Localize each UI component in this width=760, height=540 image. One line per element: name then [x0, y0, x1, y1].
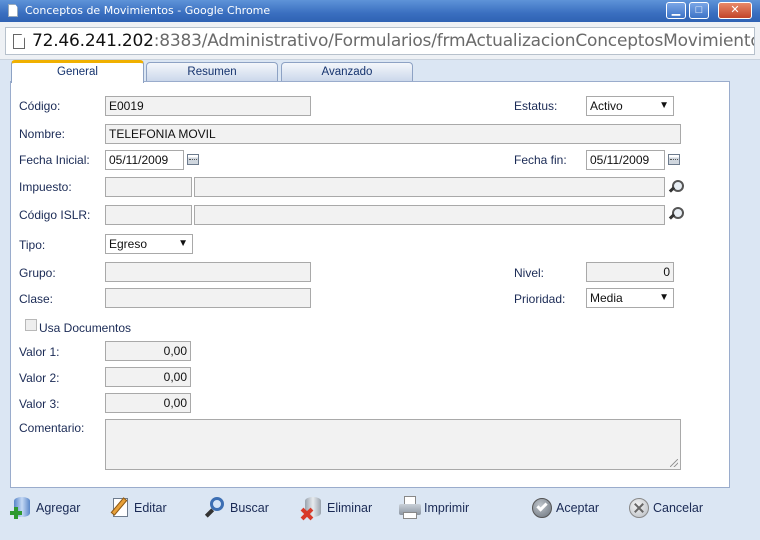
valor1-label: Valor 1: [19, 345, 60, 359]
comentario-label: Comentario: [19, 421, 85, 435]
nombre-input[interactable]: TELEFONIA MOVIL [105, 124, 681, 144]
prioridad-select[interactable]: Media ▼ [586, 288, 674, 308]
tipo-select[interactable]: Egreso ▼ [105, 234, 193, 254]
document-icon [13, 34, 25, 49]
database-delete-icon [300, 495, 326, 521]
url-field[interactable]: 72.46.241.202:8383/Administrativo/Formul… [5, 27, 755, 55]
usa-documentos-checkbox[interactable] [25, 319, 37, 331]
valor2-input[interactable]: 0,00 [105, 367, 191, 387]
tipo-label: Tipo: [19, 238, 46, 252]
close-button[interactable]: ✕ [718, 2, 752, 19]
search-icon[interactable] [668, 207, 684, 221]
impuesto-label: Impuesto: [19, 180, 72, 194]
codigo-islr-name-input[interactable] [194, 205, 665, 225]
imprimir-button[interactable]: Imprimir [397, 494, 469, 522]
nombre-label: Nombre: [19, 127, 66, 141]
search-icon[interactable] [668, 180, 684, 194]
estatus-label: Estatus: [514, 99, 558, 113]
edit-icon [107, 495, 133, 521]
eliminar-button[interactable]: Eliminar [300, 494, 372, 522]
usa-documentos-label: Usa Documentos [39, 321, 132, 335]
url-text: 72.46.241.202:8383/Administrativo/Formul… [32, 31, 754, 51]
impuesto-code-input[interactable] [105, 177, 192, 197]
printer-icon [397, 495, 423, 521]
database-add-icon [9, 495, 35, 521]
tab-resumen[interactable]: Resumen [146, 62, 278, 82]
estatus-select[interactable]: Activo ▼ [586, 96, 674, 116]
codigo-islr-label: Código ISLR: [19, 208, 91, 222]
maximize-button[interactable]: □ [689, 2, 709, 19]
tipo-value: Egreso [109, 237, 148, 251]
agregar-button[interactable]: Agregar [9, 494, 80, 522]
codigo-islr-code-input[interactable] [105, 205, 192, 225]
nivel-input[interactable]: 0 [586, 262, 674, 282]
grupo-label: Grupo: [19, 266, 56, 280]
chevron-down-icon: ▼ [178, 238, 188, 249]
prioridad-label: Prioridad: [514, 292, 566, 306]
buscar-button[interactable]: Buscar [203, 494, 269, 522]
fecha-fin-input[interactable]: 05/11/2009 [586, 150, 665, 170]
fecha-fin-label: Fecha fin: [514, 153, 567, 167]
clase-input[interactable] [105, 288, 311, 308]
codigo-input[interactable]: E0019 [105, 96, 311, 116]
estatus-value: Activo [590, 99, 623, 113]
page-icon [8, 4, 18, 17]
aceptar-button[interactable]: Aceptar [529, 494, 599, 522]
minimize-button[interactable]: ▁ [666, 2, 686, 19]
valor1-input[interactable]: 0,00 [105, 341, 191, 361]
valor3-input[interactable]: 0,00 [105, 393, 191, 413]
window-titlebar: Conceptos de Movimientos - Google Chrome… [0, 0, 760, 22]
prioridad-value: Media [590, 291, 623, 305]
valor3-label: Valor 3: [19, 397, 60, 411]
comentario-textarea[interactable] [105, 419, 681, 470]
address-bar: 72.46.241.202:8383/Administrativo/Formul… [0, 22, 760, 60]
check-icon [529, 495, 555, 521]
search-icon [203, 495, 229, 521]
clase-label: Clase: [19, 292, 54, 306]
calendar-icon[interactable] [187, 154, 199, 165]
cancelar-button[interactable]: Cancelar [626, 494, 703, 522]
nivel-label: Nivel: [514, 266, 545, 280]
chevron-down-icon: ▼ [659, 292, 669, 303]
tab-general[interactable]: General [11, 60, 144, 83]
fecha-inicial-input[interactable]: 05/11/2009 [105, 150, 184, 170]
window-title: Conceptos de Movimientos - Google Chrome [25, 4, 271, 17]
grupo-input[interactable] [105, 262, 311, 282]
cancel-icon [626, 495, 652, 521]
chevron-down-icon: ▼ [659, 100, 669, 111]
fecha-inicial-label: Fecha Inicial: [19, 153, 90, 167]
resize-grip-icon[interactable] [670, 459, 678, 467]
valor2-label: Valor 2: [19, 371, 60, 385]
impuesto-name-input[interactable] [194, 177, 665, 197]
editar-button[interactable]: Editar [107, 494, 167, 522]
calendar-icon[interactable] [668, 154, 680, 165]
codigo-label: Código: [19, 99, 61, 113]
tab-avanzado[interactable]: Avanzado [281, 62, 413, 82]
